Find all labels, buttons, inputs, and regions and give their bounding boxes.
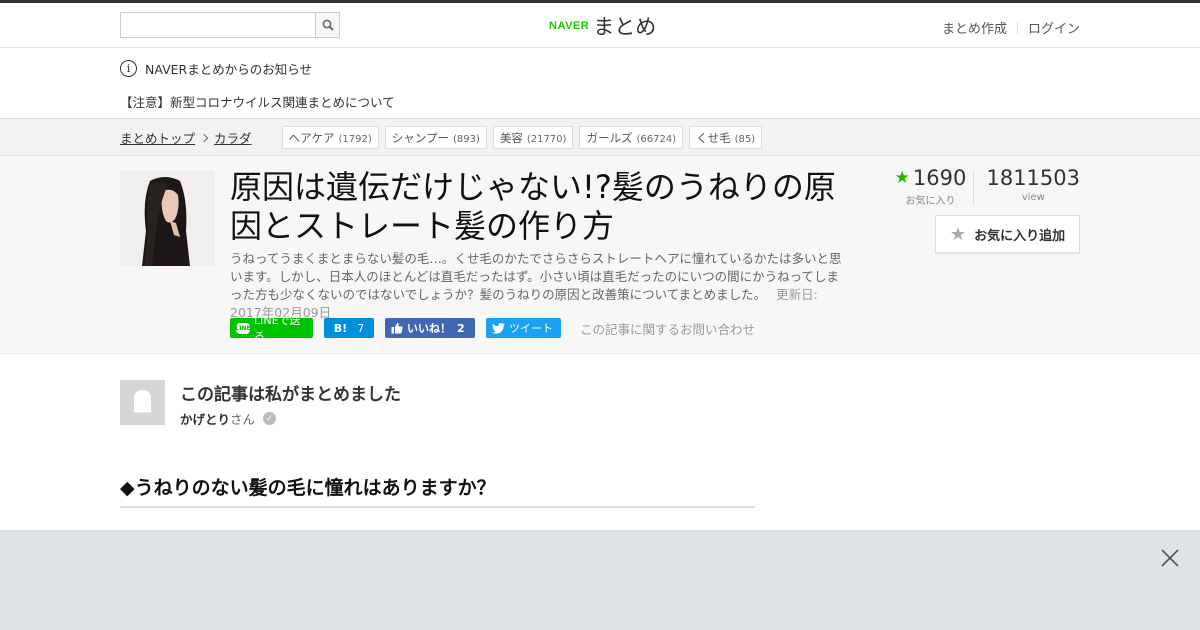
line-share-button[interactable]: LINE LINEで送る xyxy=(230,314,313,343)
facebook-like-button[interactable]: いいね！ 2 xyxy=(385,318,475,338)
bottom-ad-banner xyxy=(0,530,1200,630)
line-share-label: LINEで送る xyxy=(254,314,301,343)
inquiry-link[interactable]: この記事に関するお問い合わせ xyxy=(580,319,755,338)
notice-link[interactable]: 【注意】新型コロナウイルス関連まとめについて xyxy=(120,92,395,111)
star-outline-icon: ★ xyxy=(949,223,967,245)
avatar[interactable] xyxy=(120,380,165,425)
nav-divider xyxy=(1016,21,1018,34)
add-favorite-label: お気に入り追加 xyxy=(974,228,1066,244)
tag-label: くせ毛 xyxy=(696,131,731,145)
tag-count: (1792) xyxy=(338,134,372,145)
favorites-count-row: ★ 1690 xyxy=(889,166,971,190)
view-count: 1811503 xyxy=(986,166,1080,190)
tag-label: 美容 xyxy=(499,131,523,145)
tag-haircare[interactable]: ヘアケア (1792) xyxy=(281,126,379,149)
article-header: 原因は遺伝だけじゃない!?髪のうねりの原因とストレート髪の作り方 うねってうまく… xyxy=(0,156,1200,354)
close-icon[interactable] xyxy=(1160,548,1180,568)
tag-kusege[interactable]: くせ毛 (85) xyxy=(689,126,763,149)
facebook-like-count: 2 xyxy=(457,321,465,335)
search-button[interactable] xyxy=(315,12,340,38)
hatena-icon: B! xyxy=(333,321,348,335)
add-favorite-button[interactable]: ★ お気に入り追加 xyxy=(935,215,1080,253)
twitter-tweet-button[interactable]: ツイート xyxy=(486,318,561,338)
article-title: 原因は遺伝だけじゃない!?髪のうねりの原因とストレート髪の作り方 xyxy=(230,168,836,245)
hatena-count: 7 xyxy=(357,321,365,335)
tag-girls[interactable]: ガールズ (66724) xyxy=(579,126,684,149)
favorites-count: 1690 xyxy=(912,166,967,190)
site-header: NAVER まとめ まとめ作成 ログイン xyxy=(0,3,1200,48)
facebook-like-label: いいね！ xyxy=(407,322,451,335)
create-matome-link[interactable]: まとめ作成 xyxy=(942,18,1007,37)
stats-divider xyxy=(973,170,975,206)
header-nav: まとめ作成 ログイン xyxy=(942,18,1080,37)
share-buttons: LINE LINEで送る B! 7 いいね！ 2 ツイート この記事に関するお問… xyxy=(230,314,755,343)
view-label: view xyxy=(1021,192,1045,203)
tag-list: ヘアケア (1792) シャンプー (893) 美容 (21770) ガールズ (667… xyxy=(281,126,763,149)
section-heading: ◆うねりのない髪の毛に憧れはありますか？ xyxy=(120,474,755,508)
author-heading: この記事は私がまとめました xyxy=(180,385,401,405)
tag-count: (893) xyxy=(452,134,480,145)
tweet-label: ツイート xyxy=(509,322,553,335)
logo-naver: NAVER xyxy=(549,20,590,32)
tag-shampoo[interactable]: シャンプー (893) xyxy=(384,126,487,149)
author-suffix: さん xyxy=(230,412,256,427)
author-name[interactable]: かげとり xyxy=(180,409,230,428)
tag-count: (85) xyxy=(734,134,756,145)
search-input[interactable] xyxy=(120,12,315,38)
default-avatar-icon xyxy=(120,380,165,425)
notice-area: i NAVERまとめからのお知らせ 【注意】新型コロナウイルス関連まとめについて xyxy=(0,48,1200,119)
author-name-row: かげとり さん ✓ xyxy=(180,409,277,428)
site-logo[interactable]: NAVER まとめ xyxy=(549,11,656,41)
verified-icon: ✓ xyxy=(263,412,277,425)
info-icon: i xyxy=(120,60,137,77)
article-stats: ★ 1690 お気に入り 1811503 view xyxy=(889,166,1080,207)
breadcrumb-category[interactable]: カラダ xyxy=(214,128,252,147)
tag-count: (21770) xyxy=(526,134,567,145)
view-stat: 1811503 view xyxy=(986,166,1080,203)
star-icon: ★ xyxy=(894,168,910,188)
thumbs-up-icon xyxy=(391,322,403,334)
chevron-right-icon xyxy=(199,133,209,142)
description-text: うねってうまくまとまらない髪の毛…。くせ毛のかたでさらさらストレートヘアに憧れて… xyxy=(230,251,842,302)
line-logo-icon: LINE xyxy=(235,322,251,334)
tag-beauty[interactable]: 美容 (21770) xyxy=(492,126,574,149)
breadcrumb: まとめトップ カラダ ヘアケア (1792) シャンプー (893) 美容 (2177… xyxy=(120,126,763,149)
logo-matome: まとめ xyxy=(593,15,657,39)
article-thumbnail xyxy=(120,171,215,266)
article-description: うねってうまくまとまらない髪の毛…。くせ毛のかたでさらさらストレートヘアに憧れて… xyxy=(230,250,850,322)
breadcrumb-top[interactable]: まとめトップ xyxy=(120,128,195,147)
login-link[interactable]: ログイン xyxy=(1028,18,1080,37)
favorites-label: お気に入り xyxy=(905,196,956,207)
tag-count: (66724) xyxy=(636,134,677,145)
tag-label: ガールズ xyxy=(586,131,633,145)
search-icon xyxy=(322,19,334,31)
tag-label: シャンプー xyxy=(391,131,449,145)
tag-label: ヘアケア xyxy=(288,131,335,145)
favorites-stat: ★ 1690 お気に入り xyxy=(889,166,971,207)
breadcrumb-bar: まとめトップ カラダ ヘアケア (1792) シャンプー (893) 美容 (2177… xyxy=(0,119,1200,156)
hatena-bookmark-button[interactable]: B! 7 xyxy=(324,318,374,338)
thumbnail-image xyxy=(120,171,215,266)
notice-heading-text: NAVERまとめからのお知らせ xyxy=(145,62,312,77)
search-box xyxy=(120,12,340,38)
notice-heading: i NAVERまとめからのお知らせ xyxy=(120,59,312,78)
twitter-bird-icon xyxy=(492,322,505,334)
